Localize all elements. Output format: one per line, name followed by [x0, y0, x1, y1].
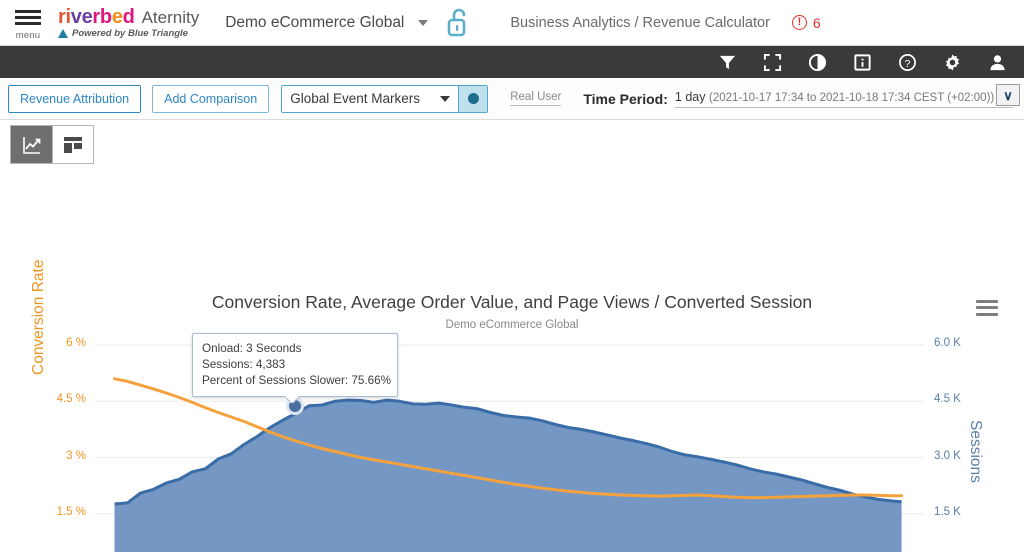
aternity-wordmark: Aternity [142, 8, 200, 28]
fullscreen-icon [763, 53, 782, 72]
tooltip-percent-slower: Percent of Sessions Slower: 75.66% [202, 373, 388, 389]
y-axis-left-tick: 4.5 % [40, 393, 86, 405]
top-brand-bar: menu riverbed Aternity Powered by Blue T… [0, 0, 1024, 46]
hamburger-icon [15, 7, 41, 28]
chevron-down-icon: ∨ [1003, 89, 1013, 102]
unlock-button[interactable] [446, 6, 472, 40]
contrast-icon [808, 53, 827, 72]
chart-tooltip: Onload: 3 Seconds Sessions: 4,383 Percen… [192, 333, 398, 397]
tooltip-arrow [286, 396, 298, 403]
dashboard-layout-icon [62, 134, 84, 156]
info-panel-icon [853, 53, 872, 72]
revenue-attribution-button[interactable]: Revenue Attribution [8, 85, 141, 113]
breadcrumb[interactable]: Business Analytics / Revenue Calculator [510, 15, 770, 31]
time-period-selector[interactable]: 1 day (2021-10-17 17:34 to 2021-10-18 17… [675, 90, 1013, 108]
filter-icon [718, 53, 737, 72]
utility-icon-bar: ? [0, 46, 1024, 78]
riverbed-wordmark: riverbed [58, 6, 135, 29]
y-axis-left-tick: 1.5 % [40, 506, 86, 518]
brand-tagline: Powered by Blue Triangle [72, 28, 188, 39]
y-axis-right-tick: 4.5 K [934, 393, 984, 405]
fullscreen-button[interactable] [750, 46, 795, 78]
view-toggle-group [10, 125, 94, 164]
panel-expand-button[interactable]: ∨ [996, 84, 1020, 106]
map-pin-icon [468, 93, 479, 104]
line-chart-icon [21, 134, 43, 156]
main-menu-button[interactable]: menu [0, 0, 56, 46]
info-panel-button[interactable] [840, 46, 885, 78]
user-avatar-icon [988, 53, 1007, 72]
global-event-markers-select[interactable]: Global Event Markers [281, 85, 488, 113]
chevron-down-icon [418, 20, 428, 26]
bottom-spacer [0, 552, 1024, 558]
time-period-range: (2021-10-17 17:34 to 2021-10-18 17:34 CE… [709, 92, 994, 104]
settings-gear-icon [943, 53, 962, 72]
chart-view-toggle[interactable] [11, 126, 52, 163]
user-menu-button[interactable] [975, 46, 1020, 78]
contrast-button[interactable] [795, 46, 840, 78]
svg-text:?: ? [905, 58, 911, 69]
help-icon: ? [898, 53, 917, 72]
settings-button[interactable] [930, 46, 975, 78]
controls-bar: Revenue Attribution Add Comparison Globa… [0, 78, 1024, 120]
y-axis-right-tick: 3.0 K [934, 450, 984, 462]
y-axis-right-tick: 6.0 K [934, 337, 984, 349]
real-user-tab[interactable]: Real User [510, 91, 561, 106]
help-button[interactable]: ? [885, 46, 930, 78]
alert-count: 6 [813, 15, 821, 31]
layout-view-toggle[interactable] [52, 126, 93, 163]
unlock-icon [446, 6, 472, 40]
y-axis-left-tick: 6 % [40, 337, 86, 349]
event-marker-pin-button[interactable] [458, 86, 487, 112]
add-comparison-button[interactable]: Add Comparison [152, 85, 269, 113]
chart-plot-area [0, 240, 1024, 558]
blue-triangle-icon [58, 29, 68, 38]
chevron-down-icon [440, 86, 458, 112]
menu-label: menu [16, 30, 41, 41]
y-axis-right-tick: 1.5 K [934, 506, 984, 518]
account-name: Demo eCommerce Global [225, 14, 404, 32]
tooltip-onload: Onload: 3 Seconds [202, 341, 388, 357]
event-markers-label: Global Event Markers [282, 86, 440, 112]
time-period-value: 1 day [675, 90, 706, 104]
filter-button[interactable] [705, 46, 750, 78]
time-period-label: Time Period: [583, 91, 668, 107]
alert-indicator[interactable]: ! 6 [792, 15, 821, 31]
y-axis-left-title: Conversion Rate [30, 260, 48, 375]
account-selector[interactable]: Demo eCommerce Global [225, 14, 428, 32]
sessions-area [115, 400, 902, 558]
tooltip-sessions: Sessions: 4,383 [202, 357, 388, 373]
y-axis-left-tick: 3 % [40, 450, 86, 462]
chart-panel: Conversion Rate, Average Order Value, an… [0, 120, 1024, 558]
exclamation-circle-icon: ! [792, 15, 807, 30]
brand-logo-group: riverbed Aternity Powered by Blue Triang… [58, 6, 199, 39]
